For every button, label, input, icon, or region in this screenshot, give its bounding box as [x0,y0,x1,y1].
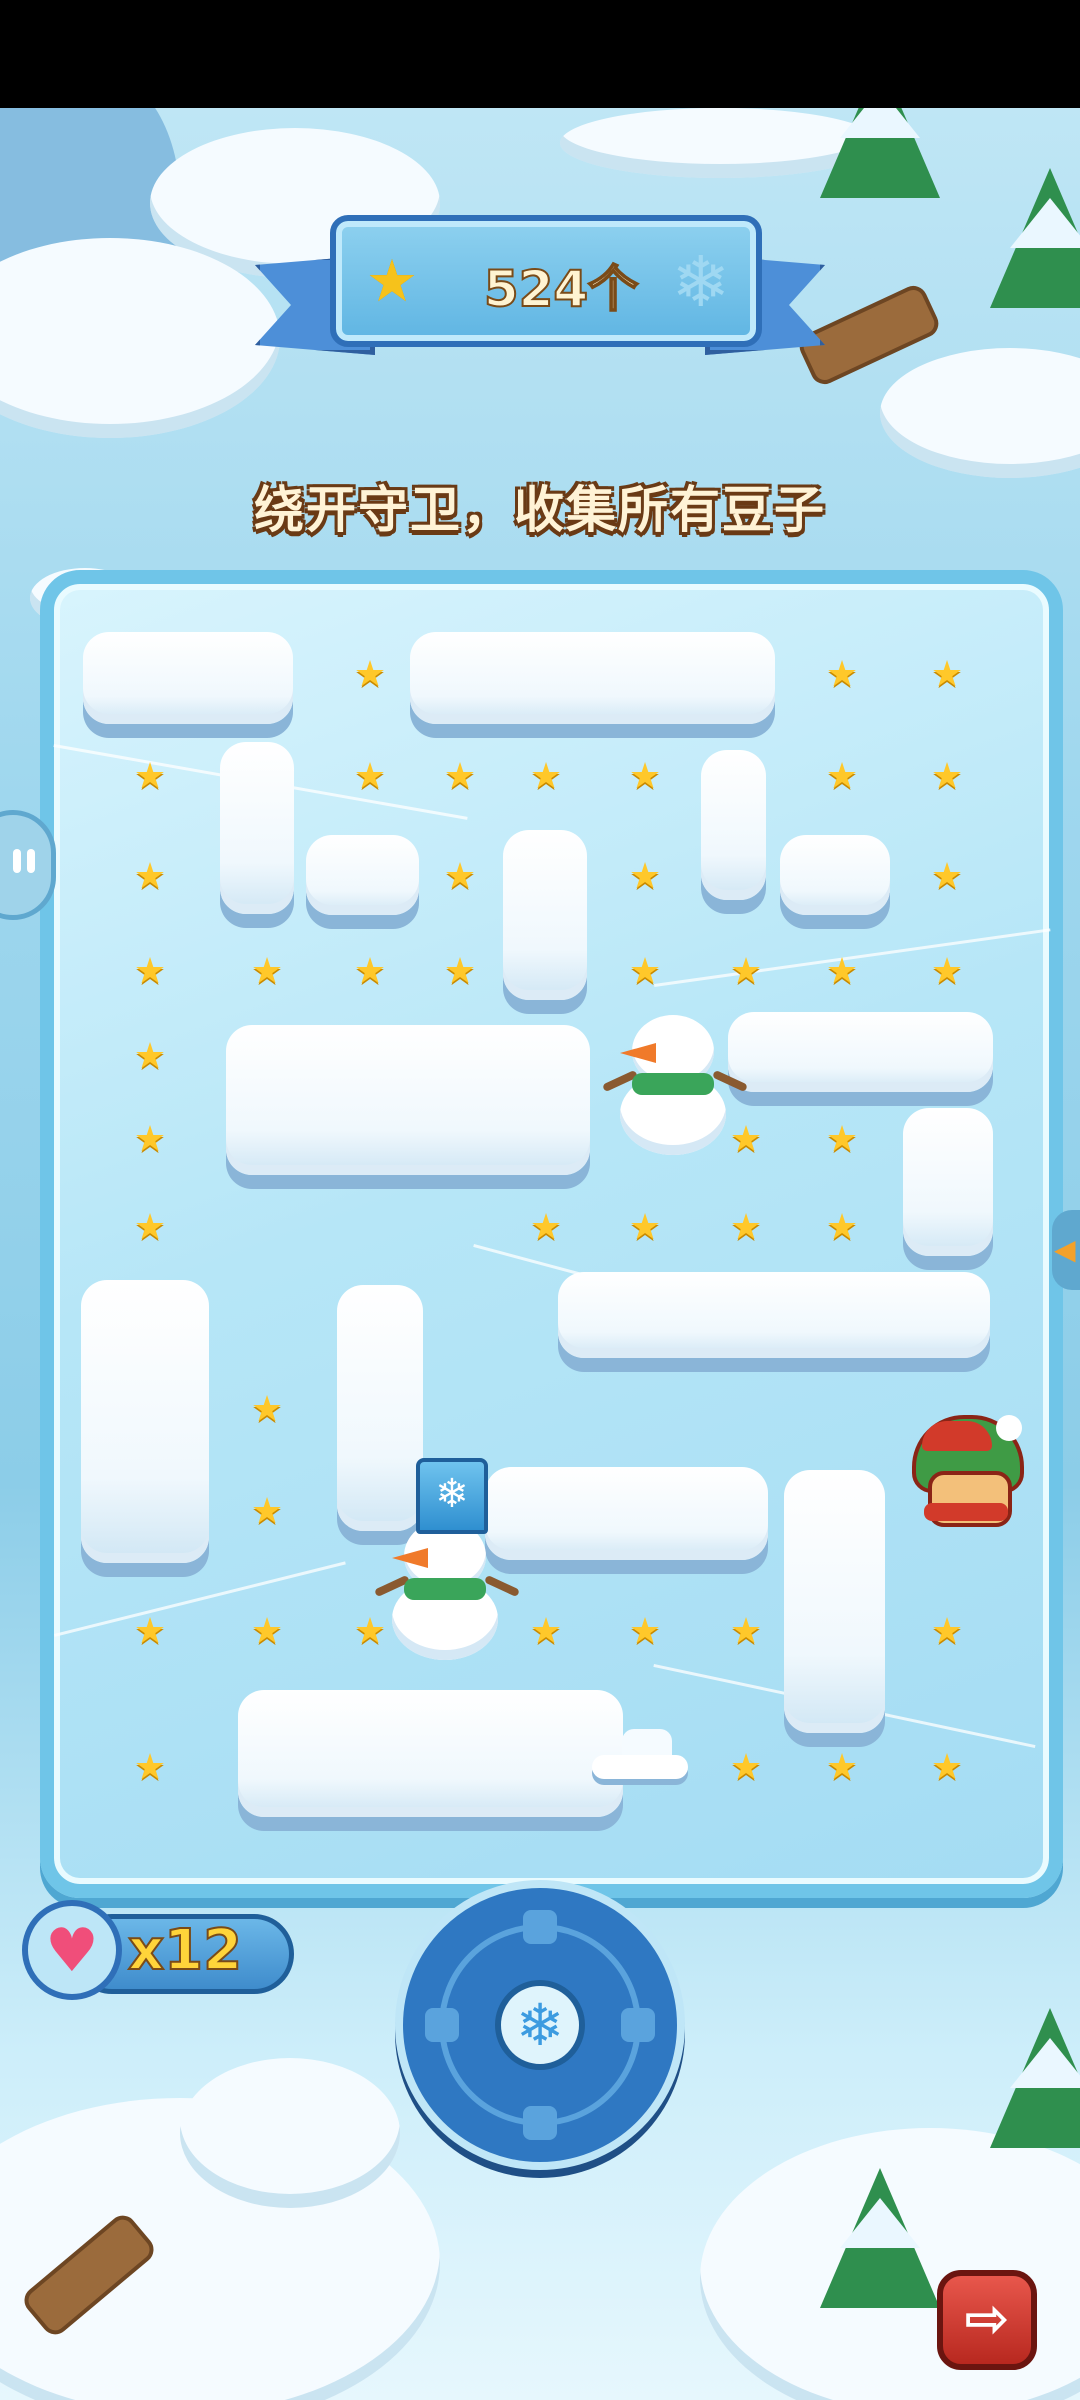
bean-star-icon: ★ [628,1611,662,1652]
ice-wall [220,742,294,914]
bean-star-icon: ★ [133,856,167,897]
snowman-guard-captain: ❄ [372,1458,522,1665]
snowflake-icon: ❄ [671,241,730,323]
bean-star-icon: ★ [133,1611,167,1652]
ice-wall [81,1280,209,1563]
ice-wall [238,1690,623,1817]
snowflake-icon[interactable]: ❄ [495,1980,585,2070]
ice-wall [306,835,419,915]
bean-star-icon: ★ [250,951,284,992]
snowman-guard [600,1015,750,1160]
heart-badge: ♥ [22,1900,122,2000]
bean-star-icon: ★ [729,951,763,992]
joystick-left-marker [425,2008,459,2042]
bean-star-icon: ★ [930,654,964,695]
bean-star-icon: ★ [930,756,964,797]
bean-star-icon: ★ [529,1207,563,1248]
ice-wall [903,1108,993,1256]
lives-count: x12 [127,1917,243,1984]
bean-star-icon: ★ [133,1207,167,1248]
bean-star-icon: ★ [825,1207,859,1248]
bean-star-icon: ★ [628,951,662,992]
level-instruction: 绕开守卫，收集所有豆子 [254,481,826,539]
bean-star-icon: ★ [443,856,477,897]
pause-icon [13,849,21,873]
bean-counter-banner: ★ 524个 ❄ [255,215,825,365]
ice-wall [558,1272,990,1358]
bean-star-icon: ★ [825,951,859,992]
bean-star-icon: ★ [250,1491,284,1532]
joystick-right-marker [621,2008,655,2042]
ice-crack [54,1561,346,1637]
pine-tree [990,168,1080,308]
snow-mound [880,348,1080,478]
bean-star-icon: ★ [133,1119,167,1160]
player-character [912,1415,1024,1527]
lives-counter: x12 ♥ [22,1900,294,2000]
snow-mound [180,2058,400,2208]
ice-wall [701,750,766,900]
bean-star-icon: ★ [133,951,167,992]
ice-wall [226,1025,590,1175]
bean-star-icon: ★ [930,1747,964,1788]
joystick-control[interactable]: ❄ [395,1880,685,2170]
ice-wall [784,1470,885,1733]
bean-star-icon: ★ [729,1207,763,1248]
bean-count: 524个 [483,259,639,319]
ice-wall [337,1285,423,1531]
bean-star-icon: ★ [250,1611,284,1652]
bean-star-icon: ★ [133,756,167,797]
bean-star-icon: ★ [930,1611,964,1652]
bean-star-icon: ★ [353,756,387,797]
pause-icon [27,849,35,873]
banner-panel: ★ 524个 ❄ [330,215,762,347]
ice-wall [485,1467,768,1560]
exit-icon: ⇨ [964,2287,1010,2350]
bean-star-icon: ★ [628,856,662,897]
bean-star-icon: ★ [250,1389,284,1430]
bean-star-icon: ★ [628,1207,662,1248]
pine-tree [820,108,940,198]
bean-star-icon: ★ [133,1036,167,1077]
ice-wall [728,1012,993,1092]
heart-icon: ♥ [45,1916,99,1986]
bean-star-icon: ★ [443,951,477,992]
status-bar [0,0,1080,108]
bean-star-icon: ★ [729,1611,763,1652]
bean-star-icon: ★ [729,1747,763,1788]
bean-star-icon: ★ [353,951,387,992]
joystick-down-marker [523,2106,557,2140]
pine-tree [820,2168,940,2308]
bean-star-icon: ★ [825,654,859,695]
bean-star-icon: ★ [443,756,477,797]
bean-star-icon: ★ [133,1747,167,1788]
bean-star-icon: ★ [353,654,387,695]
star-icon: ★ [366,247,418,315]
bean-star-icon: ★ [930,856,964,897]
joystick-up-marker [523,1910,557,1944]
exit-button[interactable]: ⇨ [937,2270,1037,2370]
snow-hat-item [592,1725,692,1785]
bean-star-icon: ★ [529,756,563,797]
bean-star-icon: ★ [825,1119,859,1160]
pine-tree [990,2008,1080,2148]
ice-wall [503,830,587,1000]
side-panel-toggle[interactable]: ◀ [1052,1210,1080,1290]
bean-star-icon: ★ [628,756,662,797]
bean-star-icon: ★ [930,951,964,992]
ice-wall [410,632,775,724]
ice-wall [780,835,890,915]
bean-star-icon: ★ [529,1611,563,1652]
bean-star-icon: ★ [825,1747,859,1788]
snowflake-hat-icon: ❄ [416,1458,488,1534]
ice-wall [83,632,293,724]
bean-star-icon: ★ [825,756,859,797]
